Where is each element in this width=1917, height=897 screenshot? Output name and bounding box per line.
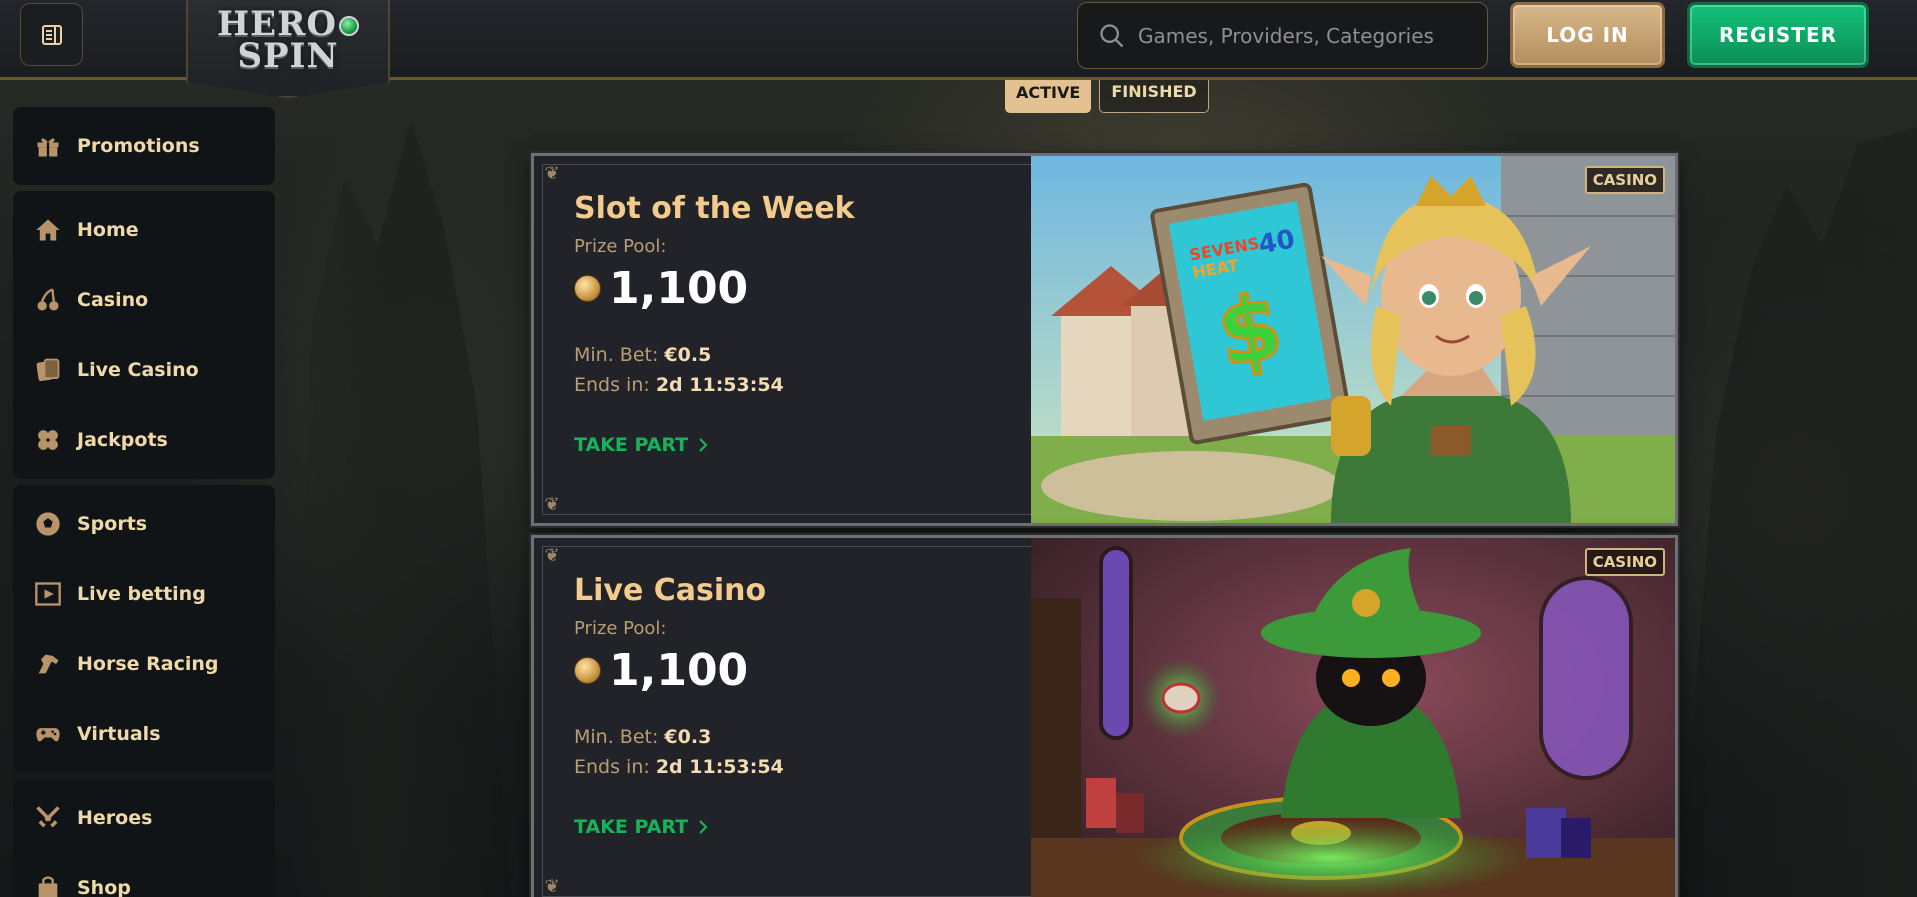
- site-logo[interactable]: HERO SPIN: [186, 0, 390, 98]
- logo-line-2: SPIN: [237, 36, 339, 76]
- ends-in-countdown: 2d 11:53:54: [655, 756, 784, 778]
- sidebar-item-virtuals[interactable]: Virtuals: [13, 699, 275, 769]
- sidebar-item-home[interactable]: Home: [13, 195, 275, 265]
- sidebar-item-horse-racing[interactable]: Horse Racing: [13, 629, 275, 699]
- sidebar-group-casino: Home Casino Live Casino Jackpots: [13, 191, 275, 479]
- gamepad-icon: [33, 719, 63, 749]
- search-input[interactable]: Games, Providers, Categories: [1138, 24, 1434, 48]
- prize-pool-label: Prize Pool:: [574, 236, 667, 257]
- prize-pool-value: 1,100: [609, 263, 749, 314]
- sidebar-item-label: Heroes: [77, 807, 153, 829]
- sidebar-item-label: Shop: [77, 877, 131, 897]
- swords-icon: [33, 803, 63, 833]
- coin-icon: [574, 275, 601, 302]
- soccer-ball-icon: [33, 509, 63, 539]
- logo-gem-icon: [338, 16, 359, 36]
- min-bet-label: Min. Bet:: [574, 726, 659, 748]
- sidebar-item-live-betting[interactable]: Live betting: [13, 559, 275, 629]
- prize-pool-label: Prize Pool:: [574, 618, 667, 639]
- sidebar-item-label: Casino: [77, 289, 149, 311]
- sidebar-item-jackpots[interactable]: Jackpots: [13, 405, 275, 475]
- shopping-bag-icon: [33, 873, 63, 897]
- sidebar-item-shop[interactable]: Shop: [13, 853, 275, 897]
- search-bar[interactable]: Games, Providers, Categories: [1077, 2, 1488, 69]
- min-bet-value: €0.3: [664, 726, 712, 748]
- tournament-title: Slot of the Week: [574, 191, 855, 226]
- sidebar-item-label: Horse Racing: [77, 653, 219, 675]
- take-part-label: TAKE PART: [574, 816, 689, 838]
- tournament-banner-image[interactable]: CASINO: [1031, 538, 1675, 897]
- play-square-icon: [33, 579, 63, 609]
- take-part-button[interactable]: TAKE PART: [574, 816, 712, 838]
- prize-pool-value: 1,100: [609, 645, 749, 696]
- tournament-details: Min. Bet: €0.5 Ends in: 2d 11:53:54: [574, 344, 1014, 396]
- tournament-card: ❦ ❦ Slot of the Week Prize Pool: 1,100 M…: [531, 153, 1678, 526]
- svg-text:40: 40: [1256, 225, 1297, 261]
- min-bet-value: €0.5: [664, 344, 712, 366]
- prize-pool: 1,100: [574, 645, 1014, 696]
- sidebar-item-label: Live Casino: [77, 359, 199, 381]
- tournament-details: Min. Bet: €0.3 Ends in: 2d 11:53:54: [574, 726, 1014, 778]
- sidebar-item-sports[interactable]: Sports: [13, 489, 275, 559]
- category-badge: CASINO: [1584, 548, 1665, 576]
- sidebar-item-casino[interactable]: Casino: [13, 265, 275, 335]
- take-part-button[interactable]: TAKE PART: [574, 434, 712, 456]
- sidebar-item-live-casino[interactable]: Live Casino: [13, 335, 275, 405]
- sidebar-item-label: Jackpots: [77, 429, 168, 451]
- ends-in-countdown: 2d 11:53:54: [655, 374, 784, 396]
- sidebar-group-sports: Sports Live betting Horse Racing Virtual…: [13, 485, 275, 773]
- ends-in: Ends in: 2d 11:53:54: [574, 756, 1014, 778]
- sidebar-toggle-icon: [41, 24, 62, 45]
- take-part-label: TAKE PART: [574, 434, 689, 456]
- tournament-title: Live Casino: [574, 573, 767, 608]
- sidebar-item-label: Promotions: [77, 135, 200, 157]
- sidebar-item-label: Virtuals: [77, 723, 161, 745]
- tournament-info: Live Casino Prize Pool: 1,100 Min. Bet: …: [574, 573, 1014, 838]
- login-button[interactable]: LOG IN: [1510, 2, 1665, 68]
- sidebar-item-label: Sports: [77, 513, 148, 535]
- gift-icon: [33, 131, 63, 161]
- corner-ornament-icon: ❦: [544, 545, 560, 566]
- horse-icon: [33, 649, 63, 679]
- corner-ornament-icon: ❦: [544, 163, 560, 184]
- prize-pool: 1,100: [574, 263, 1014, 314]
- register-button[interactable]: REGISTER: [1687, 2, 1869, 68]
- sidebar-item-heroes[interactable]: Heroes: [13, 783, 275, 853]
- corner-ornament-icon: ❦: [544, 876, 560, 897]
- sidebar-group-promotions: Promotions: [13, 107, 275, 185]
- home-icon: [33, 215, 63, 245]
- wizard-roulette-illustration: [1031, 538, 1675, 897]
- cherries-icon: [33, 285, 63, 315]
- sidebar-item-label: Home: [77, 219, 139, 241]
- chevron-right-icon: [699, 438, 708, 452]
- sidebar-nav: Promotions Home Casino Live Casino Jackp…: [13, 107, 275, 897]
- tournament-card: ❦ ❦ Live Casino Prize Pool: 1,100 Min. B…: [531, 535, 1678, 897]
- chevron-right-icon: [699, 820, 708, 834]
- min-bet-label: Min. Bet:: [574, 344, 659, 366]
- ends-in: Ends in: 2d 11:53:54: [574, 374, 1014, 396]
- corner-ornament-icon: ❦: [544, 494, 560, 515]
- min-bet: Min. Bet: €0.5: [574, 344, 1014, 366]
- logo-wordmark: HERO SPIN: [217, 7, 359, 76]
- ends-in-label: Ends in:: [574, 756, 650, 778]
- menu-toggle-button[interactable]: [20, 3, 83, 66]
- sidebar-item-promotions[interactable]: Promotions: [13, 111, 275, 181]
- ends-in-label: Ends in:: [574, 374, 650, 396]
- sidebar-group-heroes: Heroes Shop: [13, 779, 275, 897]
- coin-icon: [574, 657, 601, 684]
- clover-icon: [33, 425, 63, 455]
- category-badge: CASINO: [1584, 166, 1665, 194]
- tournament-banner-image[interactable]: SEVENS HEAT 40 $ CASINO: [1031, 156, 1675, 523]
- elf-slot-illustration: SEVENS HEAT 40 $: [1031, 156, 1675, 523]
- sidebar-item-label: Live betting: [77, 583, 206, 605]
- cards-icon: [33, 355, 63, 385]
- min-bet: Min. Bet: €0.3: [574, 726, 1014, 748]
- tournament-info: Slot of the Week Prize Pool: 1,100 Min. …: [574, 191, 1014, 456]
- search-icon: [1100, 23, 1124, 47]
